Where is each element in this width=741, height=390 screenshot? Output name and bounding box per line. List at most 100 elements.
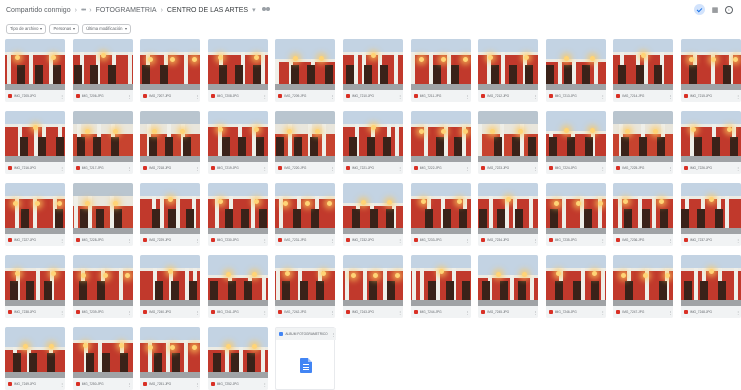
file-tile[interactable]: IMG_7233.JPG ⋮: [410, 183, 471, 246]
more-vert-icon[interactable]: ⋮: [533, 94, 538, 99]
more-vert-icon[interactable]: ⋮: [398, 238, 403, 243]
file-tile[interactable]: IMG_7234.JPG ⋮: [478, 183, 539, 246]
file-tile[interactable]: IMG_7227.JPG ⋮: [5, 183, 65, 246]
more-vert-icon[interactable]: ⋮: [195, 382, 200, 387]
more-vert-icon[interactable]: ⋮: [331, 332, 336, 337]
file-tile[interactable]: IMG_7231.JPG ⋮: [275, 183, 336, 246]
file-tile[interactable]: IMG_7252.JPG ⋮: [207, 327, 268, 390]
more-vert-icon[interactable]: ⋮: [601, 310, 606, 315]
more-vert-icon[interactable]: ⋮: [195, 310, 200, 315]
file-tile[interactable]: IMG_7249.JPG ⋮: [5, 327, 65, 390]
file-tile[interactable]: IMG_7242.JPG ⋮: [275, 255, 336, 318]
more-vert-icon[interactable]: ⋮: [60, 382, 65, 387]
more-vert-icon[interactable]: ⋮: [263, 166, 268, 171]
file-tile[interactable]: IMG_7214.JPG ⋮: [613, 39, 674, 102]
more-vert-icon[interactable]: ⋮: [195, 166, 200, 171]
more-vert-icon[interactable]: ⋮: [263, 310, 268, 315]
more-vert-icon[interactable]: ⋮: [466, 166, 471, 171]
more-vert-icon[interactable]: ⋮: [60, 166, 65, 171]
more-vert-icon[interactable]: ⋮: [60, 238, 65, 243]
file-tile[interactable]: IMG_7206.JPG ⋮: [72, 39, 133, 102]
more-vert-icon[interactable]: ⋮: [128, 94, 133, 99]
more-vert-icon[interactable]: ⋮: [736, 238, 741, 243]
file-tile[interactable]: IMG_7244.JPG ⋮: [410, 255, 471, 318]
file-tile[interactable]: IMG_7210.JPG ⋮: [343, 39, 403, 102]
more-vert-icon[interactable]: ⋮: [398, 310, 403, 315]
file-tile[interactable]: IMG_7236.JPG ⋮: [613, 183, 674, 246]
more-vert-icon[interactable]: ⋮: [60, 310, 65, 315]
more-vert-icon[interactable]: ⋮: [330, 310, 335, 315]
file-tile[interactable]: IMG_7225.JPG ⋮: [613, 111, 674, 174]
filter-people-chip[interactable]: Personas: [49, 24, 80, 34]
breadcrumb-current[interactable]: CENTRO DE LAS ARTES: [167, 7, 248, 14]
file-tile[interactable]: IMG_7218.JPG ⋮: [140, 111, 201, 174]
more-vert-icon[interactable]: ⋮: [263, 94, 268, 99]
more-vert-icon[interactable]: ⋮: [60, 94, 65, 99]
more-vert-icon[interactable]: ⋮: [601, 238, 606, 243]
file-tile[interactable]: IMG_7232.JPG ⋮: [343, 183, 403, 246]
filter-type-chip[interactable]: Tipo de archivo: [6, 24, 47, 34]
file-tile[interactable]: IMG_7221.JPG ⋮: [343, 111, 403, 174]
file-tile[interactable]: IMG_7211.JPG ⋮: [410, 39, 471, 102]
file-tile[interactable]: IMG_7208.JPG ⋮: [207, 39, 268, 102]
more-vert-icon[interactable]: ⋮: [195, 94, 200, 99]
more-vert-icon[interactable]: ⋮: [128, 382, 133, 387]
file-tile[interactable]: IMG_7235.JPG ⋮: [545, 183, 606, 246]
more-vert-icon[interactable]: ⋮: [128, 310, 133, 315]
file-tile[interactable]: IMG_7230.JPG ⋮: [207, 183, 268, 246]
file-tile[interactable]: IMG_7209.JPG ⋮: [275, 39, 336, 102]
more-vert-icon[interactable]: ⋮: [128, 238, 133, 243]
file-tile[interactable]: IMG_7239.JPG ⋮: [72, 255, 133, 318]
file-tile[interactable]: IMG_7205.JPG ⋮: [5, 39, 65, 102]
file-tile[interactable]: IMG_7250.JPG ⋮: [72, 327, 133, 390]
file-tile[interactable]: IMG_7219.JPG ⋮: [207, 111, 268, 174]
more-vert-icon[interactable]: ⋮: [466, 94, 471, 99]
more-vert-icon[interactable]: ⋮: [668, 238, 673, 243]
more-vert-icon[interactable]: ⋮: [736, 166, 741, 171]
more-vert-icon[interactable]: ⋮: [330, 94, 335, 99]
breadcrumb-parent[interactable]: FOTOGRAMETRIA: [96, 7, 157, 14]
more-horiz-icon[interactable]: •••: [81, 7, 86, 14]
file-tile[interactable]: IMG_7237.JPG ⋮: [681, 183, 741, 246]
more-vert-icon[interactable]: ⋮: [668, 94, 673, 99]
file-tile[interactable]: IMG_7251.JPG ⋮: [140, 327, 201, 390]
file-tile[interactable]: IMG_7226.JPG ⋮: [681, 111, 741, 174]
file-tile[interactable]: IMG_7220.JPG ⋮: [275, 111, 336, 174]
caret-down-icon[interactable]: ▾: [252, 6, 256, 14]
file-tile[interactable]: IMG_7216.JPG ⋮: [5, 111, 65, 174]
document-tile[interactable]: ALBUM FOTOGRAMETRICO ⋮: [275, 327, 337, 390]
file-tile[interactable]: IMG_7240.JPG ⋮: [140, 255, 201, 318]
more-vert-icon[interactable]: ⋮: [533, 310, 538, 315]
file-tile[interactable]: IMG_7248.JPG ⋮: [681, 255, 741, 318]
file-tile[interactable]: IMG_7247.JPG ⋮: [613, 255, 674, 318]
file-tile[interactable]: IMG_7217.JPG ⋮: [72, 111, 133, 174]
more-vert-icon[interactable]: ⋮: [330, 166, 335, 171]
more-vert-icon[interactable]: ⋮: [533, 238, 538, 243]
more-vert-icon[interactable]: ⋮: [736, 310, 741, 315]
file-tile[interactable]: IMG_7212.JPG ⋮: [478, 39, 539, 102]
more-vert-icon[interactable]: ⋮: [398, 166, 403, 171]
file-tile[interactable]: IMG_7223.JPG ⋮: [478, 111, 539, 174]
more-vert-icon[interactable]: ⋮: [601, 94, 606, 99]
more-vert-icon[interactable]: ⋮: [263, 382, 268, 387]
file-tile[interactable]: IMG_7213.JPG ⋮: [545, 39, 606, 102]
file-tile[interactable]: IMG_7224.JPG ⋮: [545, 111, 606, 174]
file-tile[interactable]: IMG_7228.JPG ⋮: [72, 183, 133, 246]
more-vert-icon[interactable]: ⋮: [466, 238, 471, 243]
file-tile[interactable]: IMG_7246.JPG ⋮: [545, 255, 606, 318]
more-vert-icon[interactable]: ⋮: [128, 166, 133, 171]
file-tile[interactable]: IMG_7207.JPG ⋮: [140, 39, 201, 102]
file-tile[interactable]: IMG_7215.JPG ⋮: [681, 39, 741, 102]
more-vert-icon[interactable]: ⋮: [668, 310, 673, 315]
filter-modified-chip[interactable]: Última modificación: [82, 24, 131, 34]
file-tile[interactable]: IMG_7243.JPG ⋮: [343, 255, 403, 318]
more-vert-icon[interactable]: ⋮: [601, 166, 606, 171]
more-vert-icon[interactable]: ⋮: [466, 310, 471, 315]
more-vert-icon[interactable]: ⋮: [195, 238, 200, 243]
file-tile[interactable]: IMG_7229.JPG ⋮: [140, 183, 201, 246]
breadcrumb-root[interactable]: Compartido conmigo: [6, 7, 71, 14]
more-vert-icon[interactable]: ⋮: [668, 166, 673, 171]
grid-icon[interactable]: ▦: [711, 6, 719, 14]
file-tile[interactable]: IMG_7222.JPG ⋮: [410, 111, 471, 174]
details-button[interactable]: i: [725, 5, 733, 14]
